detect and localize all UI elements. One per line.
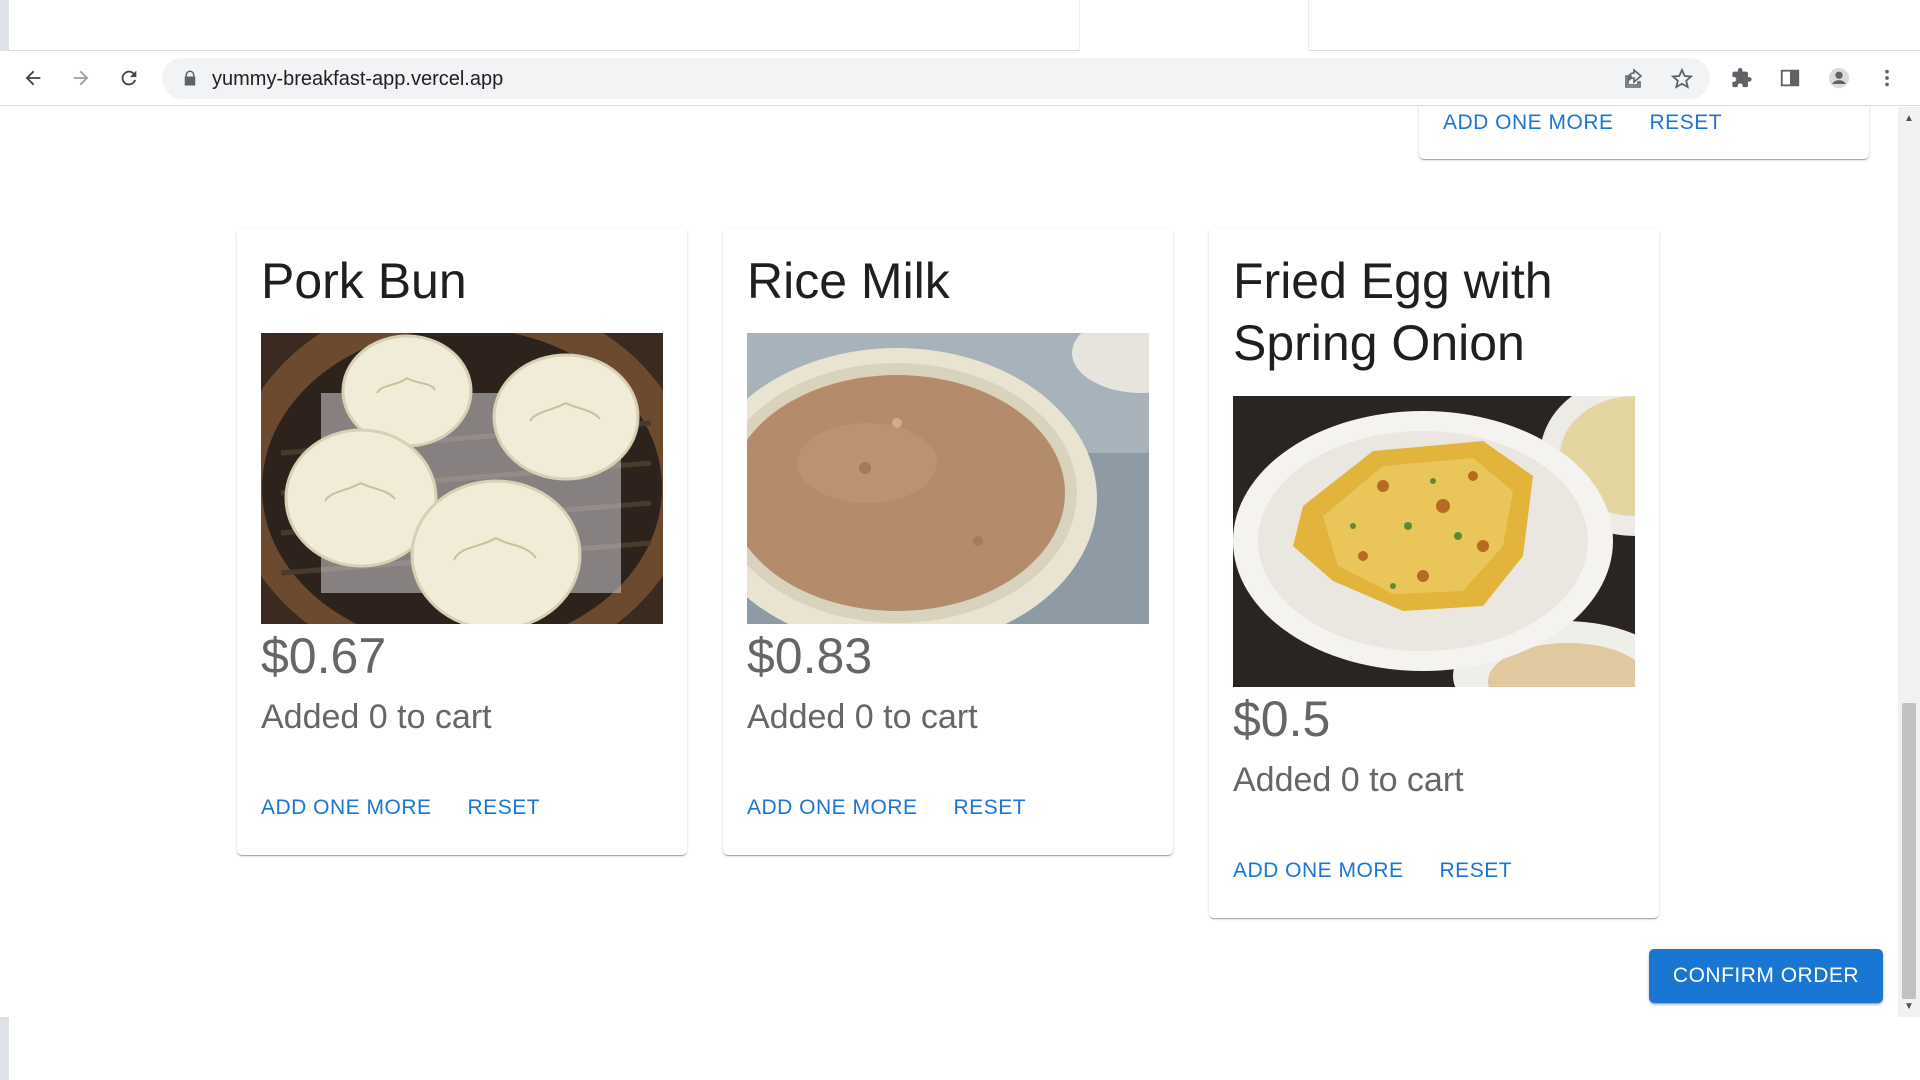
- reload-icon[interactable]: [112, 61, 146, 95]
- confirm-order-button[interactable]: CONFIRM ORDER: [1649, 949, 1883, 1003]
- back-icon[interactable]: [16, 61, 50, 95]
- menu-icon[interactable]: [1870, 61, 1904, 95]
- cart-count-text: Added 0 to cart: [747, 698, 978, 736]
- add-one-more-button[interactable]: ADD ONE MORE: [737, 790, 928, 826]
- product-image-fried-egg: [1233, 396, 1635, 687]
- product-card-pork-bun: Pork Bun $0.67 Added 0 to cart ADD ONE M…: [237, 228, 687, 855]
- scroll-thumb[interactable]: [1902, 703, 1916, 999]
- forward-icon[interactable]: [64, 61, 98, 95]
- product-image-rice-milk: [747, 333, 1149, 624]
- add-one-more-button[interactable]: ADD ONE MORE: [1223, 853, 1414, 889]
- tab-strip: [0, 0, 1920, 52]
- cart-count-text: Added 0 to cart: [261, 698, 492, 736]
- scroll-down-arrow-icon[interactable]: ▼: [1898, 997, 1920, 1015]
- reset-button[interactable]: RESET: [944, 790, 1037, 826]
- share-icon[interactable]: [1621, 66, 1647, 92]
- window-edge: [0, 1017, 9, 1080]
- reset-button[interactable]: RESET: [1430, 853, 1523, 889]
- reset-button[interactable]: RESET: [458, 790, 551, 826]
- window-edge: [0, 0, 9, 51]
- reset-button[interactable]: RESET: [1640, 107, 1733, 141]
- product-card-rice-milk: Rice Milk $0.83 Added 0 to cart ADD ONE …: [723, 228, 1173, 855]
- product-title: Pork Bun: [261, 253, 467, 309]
- product-title: Fried Egg with Spring Onion: [1233, 253, 1553, 371]
- product-image-pork-bun: [261, 333, 663, 624]
- star-icon[interactable]: [1669, 66, 1695, 92]
- add-one-more-button[interactable]: ADD ONE MORE: [251, 790, 442, 826]
- lock-icon[interactable]: [181, 69, 199, 87]
- product-title: Rice Milk: [747, 253, 950, 309]
- scroll-up-arrow-icon[interactable]: ▲: [1898, 109, 1920, 127]
- add-one-more-button[interactable]: ADD ONE MORE: [1433, 107, 1624, 141]
- product-price: $0.83: [747, 628, 873, 684]
- bottom-blank-area: [0, 1017, 1920, 1080]
- product-price: $0.67: [261, 628, 387, 684]
- page-scrollbar[interactable]: ▲ ▼: [1898, 107, 1920, 1017]
- active-tab[interactable]: [1079, 0, 1309, 52]
- product-card-fried-egg: Fried Egg with Spring Onion $0.5 Added 0…: [1209, 228, 1659, 918]
- url-text[interactable]: yummy-breakfast-app.vercel.app: [212, 68, 503, 91]
- product-price: $0.5: [1233, 691, 1331, 747]
- browser-toolbar: yummy-breakfast-app.vercel.app: [0, 51, 1920, 106]
- extensions-icon[interactable]: [1725, 61, 1759, 95]
- profile-icon[interactable]: [1822, 61, 1856, 95]
- product-card-partial: ADD ONE MORE RESET: [1419, 107, 1869, 159]
- cart-count-text: Added 0 to cart: [1233, 761, 1464, 799]
- side-panel-icon[interactable]: [1773, 61, 1807, 95]
- address-bar[interactable]: yummy-breakfast-app.vercel.app: [162, 58, 1710, 99]
- page-viewport: ADD ONE MORE RESET Pork Bun $0.67 Added …: [0, 107, 1898, 1017]
